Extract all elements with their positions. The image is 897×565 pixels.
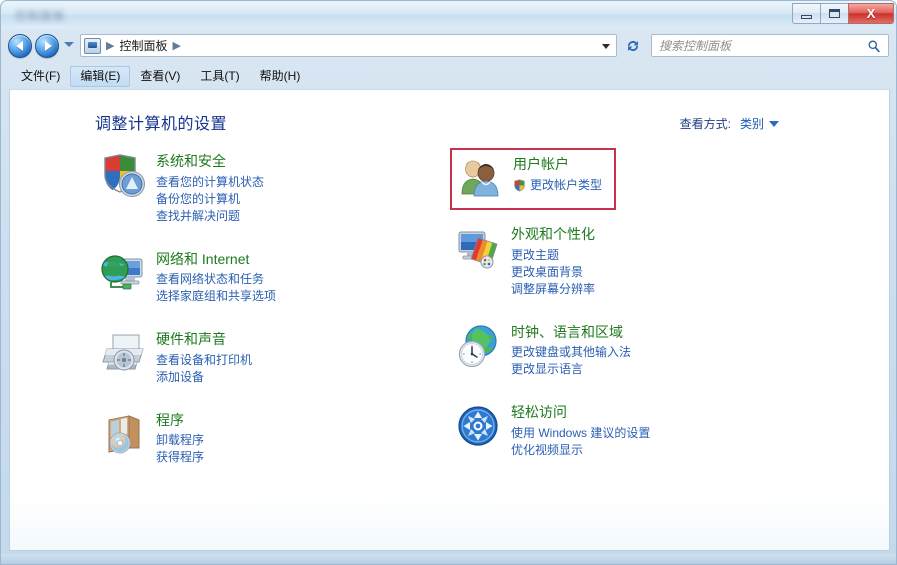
category-title[interactable]: 网络和 Internet [156, 251, 276, 269]
view-by-value-text: 类别 [739, 117, 764, 131]
maximize-button[interactable] [820, 3, 849, 24]
back-arrow-icon [15, 41, 23, 51]
programs-box-icon [99, 410, 147, 458]
category-link[interactable]: 选择家庭组和共享选项 [156, 288, 276, 305]
category-clock-language-region[interactable]: 时钟、语言和区域 更改键盘或其他输入法 更改显示语言 [450, 319, 790, 383]
control-panel-window: 控制面板 X ▶ 控制面板 ▶ 搜索控制面板 文件(F) 编辑(E) 查看(V)… [0, 0, 897, 565]
category-network-and-internet[interactable]: 网络和 Internet 查看网络状态和任务 选择家庭组和共享选项 [95, 246, 435, 310]
window-title: 控制面板 [15, 9, 66, 23]
category-hardware-and-sound[interactable]: 硬件和声音 查看设备和打印机 添加设备 [95, 326, 435, 390]
category-column-left: 系统和安全 查看您的计算机状态 备份您的计算机 查找并解决问题 网络和 Inte… [95, 148, 435, 487]
category-body: 程序 卸载程序 获得程序 [156, 410, 204, 467]
maximize-icon [829, 9, 840, 18]
refresh-button[interactable] [622, 36, 644, 56]
category-ease-of-access[interactable]: 轻松访问 使用 Windows 建议的设置 优化视频显示 [450, 399, 790, 463]
forward-button[interactable] [35, 34, 59, 58]
window-controls: X [792, 3, 894, 24]
category-body: 轻松访问 使用 Windows 建议的设置 优化视频显示 [511, 402, 650, 459]
category-title[interactable]: 外观和个性化 [511, 226, 595, 244]
search-icon [868, 40, 880, 53]
menu-item-tools[interactable]: 工具(T) [190, 66, 249, 87]
minimize-icon [801, 14, 812, 19]
breadcrumb-control-panel[interactable]: 控制面板 [119, 37, 167, 54]
category-link[interactable]: 使用 Windows 建议的设置 [511, 425, 650, 442]
category-title[interactable]: 用户帐户 [513, 156, 602, 174]
forward-arrow-icon [44, 41, 52, 51]
category-link-text: 更改帐户类型 [530, 177, 603, 192]
search-box[interactable]: 搜索控制面板 [651, 34, 889, 57]
category-title[interactable]: 系统和安全 [156, 153, 264, 171]
control-panel-icon [84, 37, 101, 54]
menu-item-help[interactable]: 帮助(H) [250, 66, 311, 87]
category-link[interactable]: 更改帐户类型 [513, 177, 602, 194]
category-link[interactable]: 调整屏幕分辨率 [511, 281, 595, 298]
page-title: 调整计算机的设置 [95, 116, 228, 133]
category-title[interactable]: 硬件和声音 [156, 331, 252, 349]
view-by-value-button[interactable]: 类别 [740, 115, 779, 132]
category-body: 外观和个性化 更改主题 更改桌面背景 调整屏幕分辨率 [511, 224, 595, 298]
search-input[interactable]: 搜索控制面板 [659, 37, 731, 54]
address-bar[interactable]: ▶ 控制面板 ▶ [80, 34, 617, 57]
appearance-monitor-icon [454, 224, 502, 272]
category-appearance-and-personalization[interactable]: 外观和个性化 更改主题 更改桌面背景 调整屏幕分辨率 [450, 221, 790, 302]
content-pane: 调整计算机的设置 查看方式: 类别 系统和安全 查看您的计算机状态 备份您的计算… [9, 89, 890, 551]
category-programs[interactable]: 程序 卸载程序 获得程序 [95, 407, 435, 471]
refresh-icon [627, 40, 639, 52]
chevron-down-icon [769, 120, 779, 127]
view-by-label: 查看方式: [679, 117, 731, 131]
breadcrumb-separator-trailing-icon[interactable]: ▶ [172, 39, 180, 52]
menu-item-edit[interactable]: 编辑(E) [70, 65, 131, 87]
category-link[interactable]: 查找并解决问题 [156, 208, 264, 225]
category-link[interactable]: 更改桌面背景 [511, 264, 595, 281]
category-link[interactable]: 优化视频显示 [511, 442, 650, 459]
category-body: 时钟、语言和区域 更改键盘或其他输入法 更改显示语言 [511, 322, 631, 379]
ease-of-access-icon [454, 402, 502, 450]
menu-item-file[interactable]: 文件(F) [11, 66, 70, 87]
category-link[interactable]: 卸载程序 [156, 432, 204, 449]
user-accounts-icon [456, 154, 504, 202]
address-toolbar: ▶ 控制面板 ▶ 搜索控制面板 [1, 29, 896, 63]
category-user-accounts[interactable]: 用户帐户 更改帐户类型 [450, 148, 616, 210]
category-system-and-security[interactable]: 系统和安全 查看您的计算机状态 备份您的计算机 查找并解决问题 [95, 148, 435, 229]
category-link[interactable]: 查看您的计算机状态 [156, 174, 264, 191]
uac-shield-icon [514, 178, 525, 192]
category-title[interactable]: 轻松访问 [511, 404, 650, 422]
title-bar: 控制面板 X [1, 1, 896, 29]
close-button[interactable]: X [848, 3, 894, 24]
category-body: 用户帐户 更改帐户类型 [513, 154, 602, 194]
close-icon: X [866, 6, 876, 21]
category-title[interactable]: 时钟、语言和区域 [511, 324, 631, 342]
category-link[interactable]: 更改键盘或其他输入法 [511, 344, 631, 361]
category-link[interactable]: 备份您的计算机 [156, 191, 264, 208]
address-dropdown-chevron-down-icon[interactable] [602, 44, 610, 49]
category-title[interactable]: 程序 [156, 412, 204, 430]
category-body: 硬件和声音 查看设备和打印机 添加设备 [156, 329, 252, 386]
category-body: 网络和 Internet 查看网络状态和任务 选择家庭组和共享选项 [156, 249, 276, 306]
category-link[interactable]: 更改显示语言 [511, 361, 631, 378]
category-link[interactable]: 添加设备 [156, 369, 252, 386]
minimize-button[interactable] [792, 3, 821, 24]
globe-network-icon [99, 249, 147, 297]
shield-security-icon [99, 151, 147, 199]
category-link[interactable]: 查看网络状态和任务 [156, 271, 276, 288]
printer-device-icon [99, 329, 147, 377]
back-button[interactable] [8, 34, 32, 58]
view-by-control: 查看方式: 类别 [680, 115, 779, 132]
menu-item-view[interactable]: 查看(V) [130, 66, 190, 87]
category-link[interactable]: 获得程序 [156, 449, 204, 466]
category-link[interactable]: 更改主题 [511, 247, 595, 264]
clock-globe-icon [454, 322, 502, 370]
category-column-right: 用户帐户 更改帐户类型 外观和个性化 更改主题 更改桌面背景 调整屏幕分辨率 时… [450, 148, 790, 480]
category-body: 系统和安全 查看您的计算机状态 备份您的计算机 查找并解决问题 [156, 151, 264, 225]
recent-pages-chevron-down-icon[interactable] [64, 42, 74, 47]
category-link[interactable]: 查看设备和打印机 [156, 352, 252, 369]
breadcrumb-separator-icon: ▶ [106, 40, 115, 52]
menu-bar: 文件(F) 编辑(E) 查看(V) 工具(T) 帮助(H) [1, 63, 896, 89]
window-bottom-edge [1, 554, 896, 564]
